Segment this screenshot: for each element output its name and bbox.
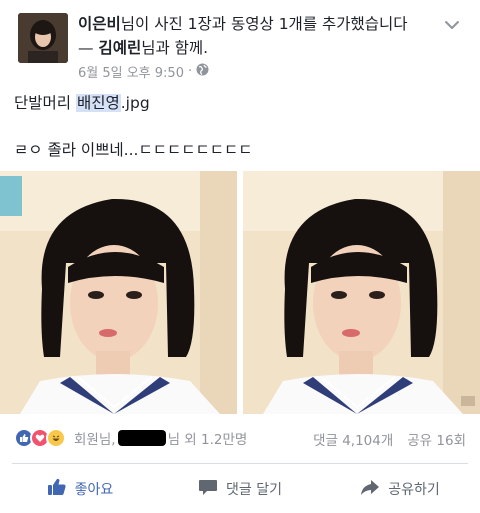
meta-separator: · (187, 64, 193, 79)
post-meta: 6월 5일 오후 9:50 · (78, 62, 209, 81)
photo-right[interactable] (243, 171, 480, 414)
share-count[interactable]: 공유 16회 (407, 429, 466, 449)
comment-count[interactable]: 댓글 4,104개 (313, 429, 393, 449)
comment-button[interactable]: 댓글 달기 (160, 464, 320, 513)
post-text-line2: ㄹㅇ 졸라 이쁘네...ㄷㄷㄷㄷㄷㄷㄷㄷ (14, 141, 253, 159)
photo-grid (0, 171, 480, 414)
share-button[interactable]: 공유하기 (320, 464, 480, 513)
post-headline: 이은비님이 사진 1장과 동영상 1개를 추가했습니다 — 김예린님과 함께. (78, 12, 438, 60)
post-text-line1: 단발머리 배진영.jpg (14, 92, 150, 114)
post-text-suffix: .jpg (120, 94, 150, 112)
thumbs-up-icon (47, 477, 67, 501)
post-header: 이은비님이 사진 1장과 동영상 1개를 추가했습니다 — 김예린님과 함께. … (0, 0, 480, 84)
share-icon (360, 477, 380, 501)
globe-icon (196, 63, 209, 80)
haha-reaction-icon (46, 428, 66, 448)
engagement-counts: 댓글 4,104개 공유 16회 (313, 429, 466, 449)
like-button[interactable]: 좋아요 (0, 464, 160, 513)
comment-icon (198, 477, 218, 501)
post-text-prefix: 단발머리 (14, 94, 76, 112)
share-label: 공유하기 (388, 481, 440, 498)
reaction-summary[interactable]: 회원님, 님 외 1.2만명 (14, 427, 247, 449)
tagged-suffix: 님과 함께. (141, 39, 209, 57)
headline-dash: — (78, 39, 99, 57)
timestamp[interactable]: 6월 5일 오후 9:50 (78, 62, 184, 81)
headline-text: 님이 사진 1장과 동영상 1개를 추가했습니다 (120, 15, 408, 33)
action-bar: 좋아요 댓글 달기 공유하기 (0, 464, 480, 513)
post-text-highlight: 배진영 (75, 94, 121, 112)
reaction-names-prefix: 회원님, (74, 432, 116, 448)
like-label: 좋아요 (74, 481, 114, 498)
comment-label: 댓글 달기 (226, 481, 282, 498)
reaction-names: 회원님, 님 외 1.2만명 (74, 428, 247, 448)
photo-left[interactable] (0, 171, 237, 414)
author-name[interactable]: 이은비 (78, 15, 121, 33)
avatar[interactable] (18, 13, 68, 63)
reaction-names-suffix: 님 외 1.2만명 (167, 432, 248, 448)
tagged-name[interactable]: 김예린 (98, 39, 141, 57)
redacted-name (117, 430, 166, 446)
chevron-down-icon[interactable] (444, 16, 460, 29)
